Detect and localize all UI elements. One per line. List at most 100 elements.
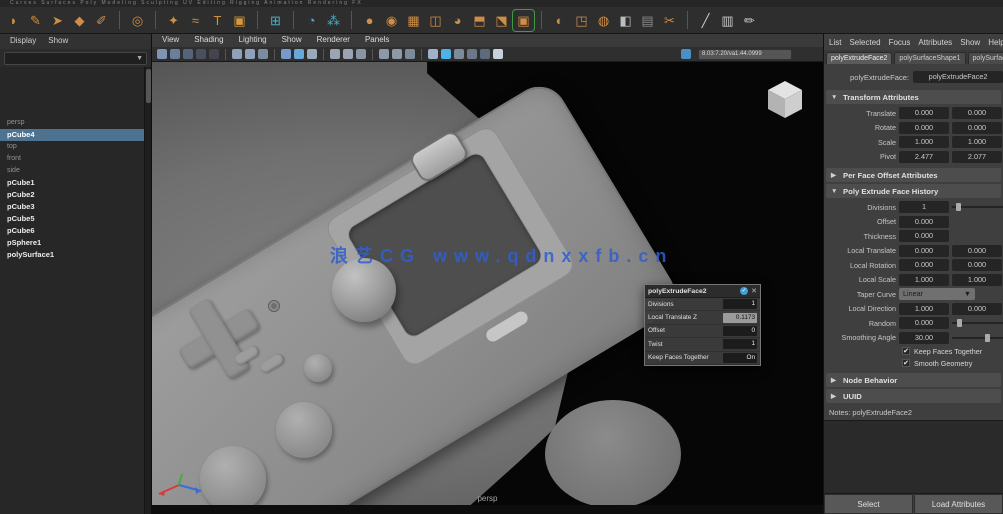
list-item[interactable]: pCube6 (0, 225, 143, 237)
paint-tool-icon[interactable]: ✏ (739, 10, 760, 31)
ae-menu-list[interactable]: List (829, 38, 841, 47)
multi-cut-icon[interactable]: ✂ (659, 10, 680, 31)
coordinate-field[interactable]: 8.03:7.20/va1.44.0999 (698, 49, 792, 60)
lasso-tool-icon[interactable] (170, 49, 180, 59)
list-item[interactable]: persp (0, 117, 143, 129)
attribute-field[interactable]: 0.000 (899, 107, 949, 119)
curve-point-icon[interactable]: ◗ (3, 10, 24, 31)
rotate-tool-icon[interactable] (209, 49, 219, 59)
tab-polySurface1[interactable]: polySurface1 (968, 52, 1003, 64)
camera-icon[interactable] (379, 49, 389, 59)
list-item[interactable]: top (0, 141, 143, 153)
attribute-field[interactable]: 0.000 (899, 317, 949, 329)
poly-cylinder-icon[interactable]: ◫ (425, 10, 446, 31)
poly-torus-icon[interactable]: ◉ (381, 10, 402, 31)
outliner-search-input[interactable]: ▼ (4, 52, 147, 65)
diamond-cv-icon[interactable]: ◆ (69, 10, 90, 31)
attribute-field[interactable]: 0.000 (899, 259, 949, 271)
type-tool-icon[interactable]: ▣ (229, 10, 250, 31)
lights-icon[interactable] (467, 49, 477, 59)
list-item[interactable]: side (0, 165, 143, 177)
ik-handle-icon[interactable] (281, 49, 291, 59)
snap-point-icon[interactable] (258, 49, 268, 59)
poly-plane-icon[interactable]: ▦ (403, 10, 424, 31)
view-cube[interactable] (763, 78, 807, 122)
cluster-icon[interactable]: ⁂ (323, 10, 344, 31)
list-item[interactable]: pCube4 (0, 129, 151, 141)
attribute-field[interactable]: 0.000 (952, 122, 1002, 134)
ae-menu-show[interactable]: Show (960, 38, 980, 47)
paint-select-icon[interactable] (183, 49, 193, 59)
section-header[interactable]: ▶Node Behavior (826, 373, 1001, 387)
pencil-curve-icon[interactable]: ✎ (25, 10, 46, 31)
shading-wire-icon[interactable] (428, 49, 438, 59)
select-button[interactable]: Select (824, 494, 913, 514)
film-gate-icon[interactable] (405, 49, 415, 59)
text-curve-icon[interactable]: ✐ (91, 10, 112, 31)
star-primitive-icon[interactable]: ✦ (163, 10, 184, 31)
layout-four-icon[interactable] (343, 49, 353, 59)
grid-toggle-icon[interactable] (392, 49, 402, 59)
attribute-field[interactable]: 2.477 (899, 151, 949, 163)
attribute-field[interactable]: 1.000 (952, 136, 1002, 148)
hud-row-value[interactable]: 1 (723, 299, 757, 309)
section-header[interactable]: ▼Poly Extrude Face History (826, 184, 1001, 198)
poly-cone-icon[interactable]: ◕ (447, 10, 468, 31)
text-tool-icon[interactable]: T (207, 10, 228, 31)
list-item[interactable]: pCube2 (0, 189, 143, 201)
select-tool-icon[interactable] (157, 49, 167, 59)
hud-row-value[interactable]: 1 (723, 339, 757, 349)
slider-thumb[interactable] (985, 334, 990, 342)
hud-row-value[interactable]: On (723, 353, 757, 363)
snap-curve-icon[interactable] (245, 49, 255, 59)
hud-row-value[interactable]: 0 (723, 326, 757, 336)
list-item[interactable]: pCube1 (0, 177, 143, 189)
checkbox[interactable]: ✔ (902, 359, 910, 367)
attribute-dropdown[interactable]: Linear▼ (899, 288, 975, 300)
quad-draw-icon[interactable]: ▤ (637, 10, 658, 31)
attribute-field[interactable]: 0.000 (952, 303, 1002, 315)
outliner-menu-display[interactable]: Display (10, 36, 36, 47)
list-item[interactable]: polySurface1 (0, 249, 143, 261)
list-item[interactable]: pCube3 (0, 201, 143, 213)
layout-single-icon[interactable] (330, 49, 340, 59)
shelf-tab-strip[interactable]: Curves Surfaces Poly Modeling Sculpting … (0, 0, 1003, 7)
ae-menu-help[interactable]: Help (988, 38, 1003, 47)
attribute-field[interactable]: 1.000 (899, 136, 949, 148)
section-header[interactable]: ▼Transform Attributes (826, 90, 1001, 104)
viewport-menu-panels[interactable]: Panels (365, 35, 389, 47)
viewport-3d[interactable]: 浪艺CG www.qdnxxfb.cn polyExtrudeFace2 ✓ ✕… (152, 62, 823, 514)
list-item[interactable]: pCube5 (0, 213, 143, 225)
uv-editor-icon[interactable]: ⊞ (265, 10, 286, 31)
mirror-geometry-icon[interactable]: ◧ (615, 10, 636, 31)
boolean-union-icon[interactable]: ◐ (549, 10, 570, 31)
poly-sphere-icon[interactable]: ● (359, 10, 380, 31)
attribute-field[interactable]: 0.000 (952, 259, 1002, 271)
attribute-field[interactable]: 0.000 (899, 230, 949, 242)
isolate-select-icon[interactable] (681, 49, 691, 59)
layout-split-icon[interactable] (356, 49, 366, 59)
scrollbar-thumb[interactable] (146, 69, 151, 103)
attribute-field[interactable]: 0.000 (899, 122, 949, 134)
attribute-field[interactable]: 2.077 (952, 151, 1002, 163)
attribute-field[interactable]: 0.000 (899, 216, 949, 228)
nurbs-circle-icon[interactable]: ◎ (127, 10, 148, 31)
section-header[interactable]: ▶UUID (826, 389, 1001, 403)
spark-icon[interactable] (493, 49, 503, 59)
boolean-difference-icon[interactable]: ◳ (571, 10, 592, 31)
section-header[interactable]: ▶Per Face Offset Attributes (826, 168, 1001, 182)
tab-polySurfaceShape1[interactable]: polySurfaceShape1 (894, 52, 965, 64)
attribute-field[interactable]: 1.000 (952, 274, 1002, 286)
attribute-field[interactable]: 1.000 (899, 303, 949, 315)
attribute-field[interactable]: 30.00 (899, 332, 949, 344)
attribute-field[interactable]: 1 (899, 201, 949, 213)
textured-icon[interactable] (454, 49, 464, 59)
outliner-menu-show[interactable]: Show (48, 36, 68, 47)
attribute-field[interactable]: 1.000 (899, 274, 949, 286)
attribute-field[interactable]: 0.000 (899, 245, 949, 257)
viewport-menu-view[interactable]: View (162, 35, 179, 47)
ae-menu-focus[interactable]: Focus (889, 38, 911, 47)
tab-polyExtrudeFace2[interactable]: polyExtrudeFace2 (826, 52, 892, 64)
pin-icon[interactable]: ✓ (740, 287, 748, 295)
slider-thumb[interactable] (957, 319, 962, 327)
